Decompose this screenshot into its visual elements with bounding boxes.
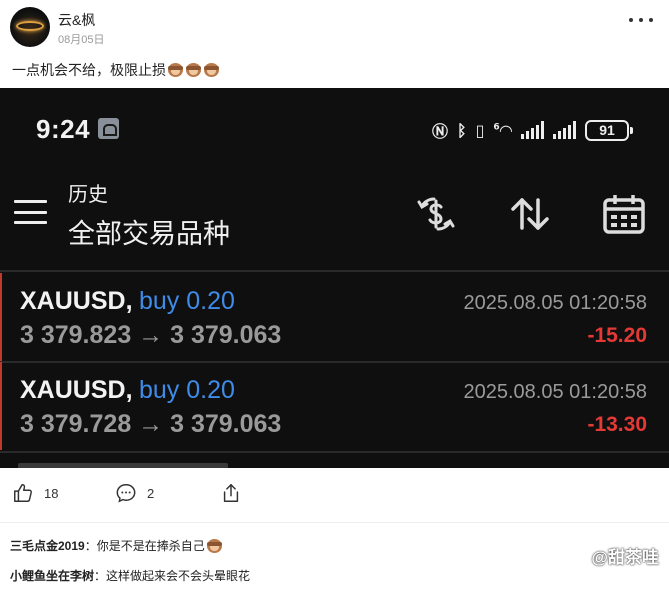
comment-author[interactable]: 三毛点金2019 bbox=[10, 537, 85, 554]
battery-icon: 91 bbox=[585, 119, 633, 141]
comment-text: 这样做起来会不会头晕眼花 bbox=[106, 569, 251, 583]
comment-count: 2 bbox=[147, 485, 155, 501]
trade-side: buy 0.20 bbox=[139, 376, 235, 404]
like-count: 18 bbox=[44, 485, 59, 501]
divider bbox=[0, 522, 669, 523]
post-body: 一点机会不给，极限止损 bbox=[12, 62, 166, 78]
trade-date: 2025.08.05 01:20:58 bbox=[463, 381, 647, 403]
nfc-icon: Ⓝ bbox=[431, 122, 448, 141]
status-time: 9:24 bbox=[36, 114, 91, 144]
monkey-emoji-icon bbox=[185, 62, 202, 78]
share-button[interactable] bbox=[220, 482, 242, 504]
comment-author[interactable]: 小鲤鱼坐在李树 bbox=[10, 567, 94, 584]
more-icon[interactable] bbox=[629, 14, 653, 26]
signal-icon bbox=[553, 121, 576, 139]
app-title: 历史 bbox=[68, 184, 108, 206]
trade-row[interactable]: XAUUSD, buy 0.20 3 379.728 → 3 379.063 2… bbox=[0, 362, 669, 450]
like-button[interactable]: 18 bbox=[12, 482, 58, 504]
wifi-icon: 6◠ bbox=[493, 120, 512, 140]
trade-profit: -13.30 bbox=[587, 413, 647, 436]
watermark: @甜茶哇 bbox=[591, 548, 659, 567]
network-label: 6 bbox=[493, 122, 500, 133]
status-icons: Ⓝ ᛒ ▯ 6◠ 91 bbox=[431, 118, 633, 142]
bluetooth-icon: ᛒ bbox=[457, 120, 467, 140]
trade-symbol: XAUUSD, bbox=[20, 287, 133, 315]
monkey-emoji-icon bbox=[167, 62, 184, 78]
comment-separator: ： bbox=[94, 569, 107, 583]
comment-button[interactable]: 2 bbox=[115, 482, 154, 504]
health-monitor-icon bbox=[98, 118, 119, 139]
divider bbox=[0, 270, 669, 272]
trade-profit: -15.20 bbox=[587, 324, 647, 347]
comment-icon bbox=[116, 484, 136, 503]
post-date: 08月05日 bbox=[58, 34, 105, 46]
calendar-icon[interactable] bbox=[602, 192, 646, 236]
thumbs-up-icon bbox=[14, 484, 32, 502]
comment-text: 你是不是在捧杀自己 bbox=[96, 539, 205, 553]
menu-icon[interactable] bbox=[14, 200, 47, 224]
trade-side: buy 0.20 bbox=[139, 287, 235, 315]
post-actions: 18 2 bbox=[0, 476, 669, 512]
avatar[interactable] bbox=[10, 7, 50, 47]
comment-item[interactable]: 小鲤鱼坐在李树 ： 这样做起来会不会头晕眼花 bbox=[10, 567, 250, 584]
vibrate-icon: ▯ bbox=[475, 120, 485, 140]
comment-separator: ： bbox=[84, 539, 97, 553]
trade-prices: 3 379.823 → 3 379.063 bbox=[20, 321, 282, 349]
monkey-emoji-icon bbox=[203, 62, 220, 78]
sort-icon[interactable] bbox=[508, 192, 552, 236]
trade-prices: 3 379.728 → 3 379.063 bbox=[20, 410, 282, 438]
username[interactable]: 云&枫 bbox=[58, 10, 95, 30]
trade-history-screenshot[interactable]: 9:24 Ⓝ ᛒ ▯ 6◠ 91 历史 全部交易品种 XAUUSD, buy 0… bbox=[0, 88, 669, 468]
comment-item[interactable]: 三毛点金2019 ： 你是不是在捧杀自己 bbox=[10, 537, 223, 554]
share-icon bbox=[223, 484, 239, 502]
signal-icon bbox=[521, 121, 544, 139]
post-text: 一点机会不给，极限止损 bbox=[12, 60, 220, 80]
monkey-emoji-icon bbox=[206, 538, 223, 554]
trade-date: 2025.08.05 01:20:58 bbox=[463, 292, 647, 314]
app-bar: 历史 全部交易品种 bbox=[0, 176, 669, 262]
app-subtitle[interactable]: 全部交易品种 bbox=[68, 212, 230, 251]
trade-symbol: XAUUSD, bbox=[20, 376, 133, 404]
trade-row-partial bbox=[0, 461, 669, 468]
trade-row[interactable]: XAUUSD, buy 0.20 3 379.823 → 3 379.063 2… bbox=[0, 273, 669, 361]
divider bbox=[0, 451, 669, 453]
currency-exchange-icon[interactable] bbox=[414, 192, 458, 236]
post-header: 云&枫 08月05日 bbox=[0, 0, 669, 56]
